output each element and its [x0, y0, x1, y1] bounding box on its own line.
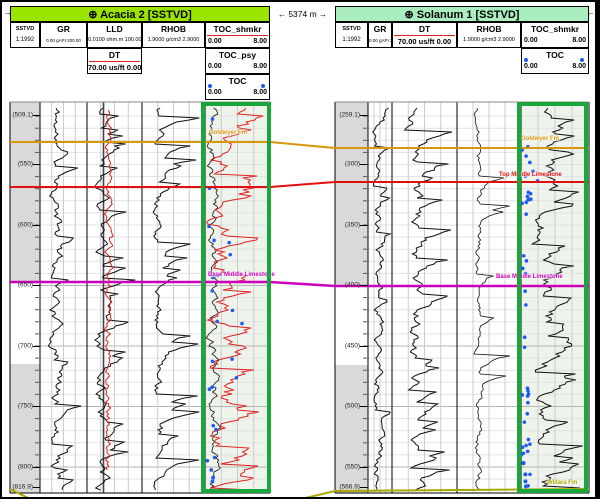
depth-label: (259.1) [335, 112, 360, 119]
acacia-tocpsy-scale-min: 0.00 [208, 61, 222, 72]
distance-value: 5374 m [288, 9, 316, 19]
depth-label: (300) [335, 161, 360, 168]
right-border-bar [595, 2, 600, 499]
depth-major-tick [33, 406, 40, 407]
solanum-toc-scale-min: 0.00 [524, 61, 538, 72]
toc-point-style-dot-left [208, 84, 212, 88]
toc-point-style-dot-right [580, 58, 584, 62]
acacia-gr-label: GR [41, 23, 86, 35]
depth-major-tick [360, 115, 368, 116]
acacia-gr-header-cell[interactable]: GR 0.00 gAPI 200.00 [40, 22, 87, 48]
solanum-gr-scale: 0.00 gAPI 200.00 [369, 35, 391, 46]
depth-major-tick [360, 467, 368, 468]
solanum-sstvd-header-cell[interactable]: SSTVD 1:1992 [335, 22, 368, 48]
depth-label: (816.9) [10, 484, 33, 491]
depth-major-tick [33, 346, 40, 347]
solanum-zone-band [335, 286, 368, 365]
toc-point-style-dot-left [524, 58, 528, 62]
depth-major-tick [360, 406, 368, 407]
depth-major-tick [360, 285, 368, 286]
solanum-dt-label: DT [393, 23, 456, 35]
acacia-tocpsy-scale-max: 8.00 [253, 61, 267, 72]
depth-major-tick [360, 164, 368, 165]
acacia-tocshmkr-scale-min: 0.00 [208, 36, 222, 47]
depth-label: (700) [10, 342, 33, 349]
depth-major-tick [33, 225, 40, 226]
acacia-gr-scale: 0.00 gAPI 200.00 [41, 35, 86, 46]
acacia-toc-scale-max: 8.00 [253, 87, 267, 98]
depth-major-tick [33, 285, 40, 286]
depth-label: (550) [10, 161, 33, 168]
depth-label: (600) [10, 221, 33, 228]
solanum-dt-scale: 70.00 us/ft 0.00 [393, 36, 456, 47]
depth-label: (650) [10, 282, 33, 289]
depth-label: (550) [335, 463, 360, 470]
arrow-right-icon: → [319, 9, 328, 19]
depth-major-tick [360, 225, 368, 226]
acacia-dt-header-cell[interactable]: DT 70.00 us/ft 0.00 [87, 48, 142, 74]
acacia-lld-header-cell[interactable]: LLD 0.0100 ohm.m 100.0000 [87, 22, 142, 48]
depth-major-tick [33, 115, 40, 116]
toc-point-style-dot-right [261, 84, 265, 88]
acacia-rhob-header-cell[interactable]: RHOB 1.9000 g/cm3 2.9000 [142, 22, 205, 48]
acacia-tocshmkr-scale-max: 8.00 [253, 36, 267, 47]
right-edge-arrow-icon: ← [586, 8, 595, 17]
acacia-well-titlebar[interactable]: ⊕ Acacia 2 [SSTVD] [10, 6, 270, 22]
solanum-well-titlebar[interactable]: ⊕ Solanum 1 [SSTVD] [335, 6, 589, 22]
solanum-tocshmkr-label: TOC_shmkr [522, 23, 588, 35]
solanum-gr-header-cell[interactable]: GR 0.00 gAPI 200.00 [368, 22, 392, 48]
solanum-tocshmkr-scale-max: 8.00 [572, 35, 586, 46]
arrow-left-icon: ← [278, 9, 287, 19]
depth-major-tick [33, 164, 40, 165]
solanum-rhob-label: RHOB [458, 23, 520, 35]
acacia-lld-scale: 0.0100 ohm.m 100.0000 [88, 35, 141, 46]
acacia-sstvd-label: SSTVD [11, 23, 39, 35]
depth-label: (509.1) [10, 112, 33, 119]
depth-label: (500) [335, 403, 360, 410]
log-plot-area[interactable] [2, 2, 600, 499]
solanum-toc-highlight-box[interactable] [517, 102, 588, 493]
depth-label: (400) [335, 282, 360, 289]
depth-major-tick [360, 346, 368, 347]
acacia-toc-highlight-box[interactable] [201, 102, 271, 493]
acacia-dt-scale: 70.00 us/ft 0.00 [88, 62, 141, 73]
acacia-rhob-scale: 1.9000 g/cm3 2.9000 [143, 35, 204, 46]
left-edge-arrow-icon: → [3, 8, 12, 17]
acacia-sstvd-scale: 1:1992 [11, 35, 39, 46]
acacia-tocshmkr-header-cell[interactable]: TOC_shmkr 0.00 8.00 [205, 22, 270, 48]
well-correlation-window: Goldwyer Fm Goldwyer Fm Top Middle Limes… [0, 0, 600, 499]
acacia-toc-label: TOC [206, 75, 269, 87]
solanum-rhob-scale: 1.9000 g/cm3 2.9000 [458, 35, 520, 46]
depth-major-tick [360, 487, 368, 488]
well-distance-annotation: ← 5374 m → [270, 6, 335, 21]
solanum-tocshmkr-scale-min: 0.00 [524, 35, 538, 46]
depth-label: (350) [335, 221, 360, 228]
depth-label: (800) [10, 463, 33, 470]
depth-major-tick [33, 467, 40, 468]
acacia-tocpsy-header-cell[interactable]: TOC_psy 0.00 8.00 [205, 48, 270, 74]
depth-label: (450) [335, 342, 360, 349]
acacia-lld-label: LLD [88, 23, 141, 35]
solanum-toc-scale-max: 8.00 [572, 61, 586, 72]
solanum-gr-label: GR [369, 23, 391, 35]
solanum-sstvd-scale: 1:1992 [336, 35, 367, 46]
depth-label: (566.9) [335, 484, 360, 491]
acacia-zone-band [10, 283, 40, 364]
depth-label: (750) [10, 403, 33, 410]
acacia-toc-header-cell[interactable]: TOC 0.00 8.00 [205, 74, 270, 100]
solanum-toc-header-cell[interactable]: TOC 0.00 8.00 [521, 48, 589, 74]
acacia-dt-label: DT [88, 49, 141, 61]
solanum-dt-header-cell[interactable]: DT 70.00 us/ft 0.00 [392, 22, 457, 48]
solanum-tocshmkr-header-cell[interactable]: TOC_shmkr 0.00 8.00 [521, 22, 589, 48]
acacia-tocshmkr-label: TOC_shmkr [206, 23, 269, 35]
acacia-sstvd-header-cell[interactable]: SSTVD 1:1992 [10, 22, 40, 48]
acacia-toc-scale-min: 0.00 [208, 87, 222, 98]
solanum-toc-label: TOC [522, 49, 588, 61]
depth-major-tick [33, 487, 40, 488]
acacia-tocpsy-label: TOC_psy [206, 49, 269, 61]
acacia-rhob-label: RHOB [143, 23, 204, 35]
solanum-rhob-header-cell[interactable]: RHOB 1.9000 g/cm3 2.9000 [457, 22, 521, 48]
solanum-sstvd-label: SSTVD [336, 23, 367, 35]
